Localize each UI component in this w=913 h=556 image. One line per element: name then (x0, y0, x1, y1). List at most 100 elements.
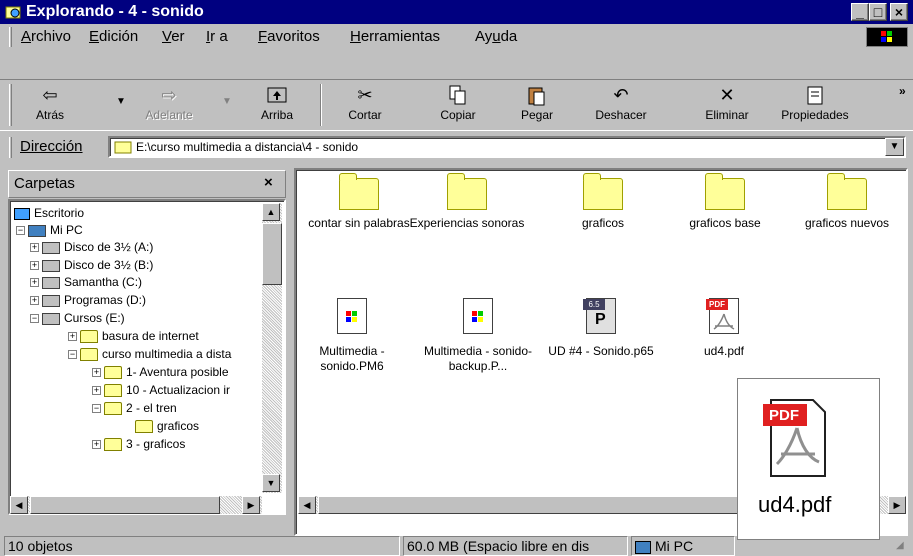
scroll-up-button[interactable]: ▲ (262, 203, 280, 221)
menu-ir-a[interactable]: Ir a (206, 28, 228, 45)
tree-item-aventura-posible[interactable]: +1- Aventura posible (92, 363, 229, 381)
menu-edicion[interactable]: Edición (89, 28, 138, 45)
tree-item-el-tren[interactable]: −2 - el tren (92, 399, 177, 417)
file-item-graficos-base[interactable]: graficos base (665, 173, 785, 231)
computer-icon (635, 540, 651, 554)
file-item-ud4-sonido-p65[interactable]: 6.5 P UD #4 - Sonido.p65 (541, 298, 661, 359)
close-button[interactable]: × (890, 3, 908, 21)
minimize-button[interactable]: _ (851, 3, 869, 21)
forward-button[interactable]: ⇨ Adelante (134, 84, 204, 128)
tree-item-basura-de-internet[interactable]: + basura de internet (68, 327, 199, 345)
expand-icon[interactable]: + (92, 440, 101, 450)
filelist-hscroll-thumb[interactable] (318, 496, 738, 514)
scissors-icon: ✂ (357, 85, 373, 105)
properties-button[interactable]: Propiedades (774, 84, 856, 128)
back-dropdown-icon[interactable]: ▼ (116, 96, 126, 107)
address-value: E:\curso multimedia a distancia\4 - soni… (136, 140, 359, 154)
properties-icon (774, 84, 856, 106)
folder-icon (583, 173, 623, 210)
status-free-space: 60.0 MB (Espacio libre en dis (403, 536, 628, 556)
folder-icon (705, 173, 745, 210)
scroll-right-button[interactable]: ▶ (888, 496, 906, 514)
folder-icon (104, 366, 122, 380)
tree-item-mi-pc[interactable]: − Mi PC (16, 221, 83, 239)
expand-icon[interactable]: + (30, 296, 39, 306)
file-item-experiencias-sonoras[interactable]: Experiencias sonoras (407, 173, 527, 231)
expand-icon[interactable]: + (30, 243, 39, 253)
undo-icon: ↶ (613, 85, 629, 105)
status-location: Mi PC (631, 536, 735, 556)
scroll-down-button[interactable]: ▼ (262, 474, 280, 492)
tree-item-disco-a[interactable]: + Disco de 3½ (A:) (30, 238, 153, 256)
scroll-left-button[interactable]: ◀ (10, 496, 28, 514)
menu-archivo[interactable]: Archivo (21, 28, 71, 45)
copy-icon (430, 84, 486, 106)
folder-icon (80, 330, 98, 344)
tree-item-curso-multimedia[interactable]: − curso multimedia a dista (68, 345, 231, 363)
expand-icon[interactable]: + (30, 278, 39, 288)
scroll-left-button[interactable]: ◀ (298, 496, 316, 514)
paste-icon (512, 84, 562, 106)
maximize-button[interactable]: □ (869, 3, 887, 21)
folder-icon (80, 348, 98, 362)
scroll-right-button[interactable]: ▶ (242, 496, 260, 514)
expand-icon[interactable]: + (30, 261, 39, 271)
address-grip[interactable] (9, 137, 12, 158)
resize-grip-icon[interactable]: ◢ (896, 540, 904, 551)
collapse-icon[interactable]: − (92, 404, 101, 414)
tree-item-cursos[interactable]: − Cursos (E:) (30, 309, 125, 327)
tree-item-3-graficos[interactable]: +3 - graficos (92, 435, 185, 453)
folder-icon (104, 402, 122, 416)
undo-button[interactable]: ↶ Deshacer (590, 84, 652, 128)
title-bar[interactable]: Explorando - 4 - sonido _ □ × (0, 0, 913, 24)
tree-item-actualizacion[interactable]: +10 - Actualizacion ir (92, 381, 230, 399)
address-label: Dirección (20, 138, 83, 155)
menu-grip[interactable] (9, 27, 12, 47)
tree-hscroll-thumb[interactable] (30, 496, 220, 514)
file-item-multimedia-sonido-backup[interactable]: Multimedia - sonido-backup.P... (418, 298, 538, 374)
up-button[interactable]: Arriba (252, 84, 302, 128)
pagemaker65-document-icon: 6.5 P (583, 298, 616, 334)
hard-drive-icon (42, 312, 60, 325)
file-item-ud4-pdf[interactable]: PDF ud4.pdf (664, 298, 784, 359)
collapse-icon[interactable]: − (16, 226, 25, 236)
tree-item-samantha[interactable]: + Samantha (C:) (30, 273, 142, 291)
folder-icon (114, 140, 132, 157)
tree-item-escritorio[interactable]: Escritorio (14, 204, 84, 222)
tree-item-disco-b[interactable]: + Disco de 3½ (B:) (30, 256, 153, 274)
hard-drive-icon (42, 294, 60, 307)
toolbar-overflow-button[interactable]: » (899, 84, 906, 98)
file-item-multimedia-sonido-pm6[interactable]: Multimedia - sonido.PM6 (292, 298, 412, 374)
cut-button[interactable]: ✂ Cortar (340, 84, 390, 128)
windows-logo-icon (866, 27, 908, 47)
forward-dropdown-icon[interactable]: ▼ (222, 96, 232, 107)
pagemaker-document-icon (463, 298, 493, 334)
menu-ayuda[interactable]: Ayuda (475, 28, 517, 45)
tree-item-programas[interactable]: + Programas (D:) (30, 291, 146, 309)
menu-favoritos[interactable]: Favoritos (258, 28, 320, 45)
pagemaker-document-icon (337, 298, 367, 334)
tree-item-graficos[interactable]: graficos (135, 417, 199, 435)
pdf-large-icon: PDF (763, 398, 829, 478)
expand-icon[interactable]: + (68, 332, 77, 342)
floppy-drive-icon (42, 241, 60, 254)
tree-scroll-thumb[interactable] (262, 223, 282, 285)
address-dropdown-button[interactable]: ▼ (885, 138, 904, 156)
folders-pane-close-button[interactable]: × (264, 174, 273, 191)
collapse-icon[interactable]: − (68, 350, 77, 360)
folder-icon (104, 438, 122, 452)
back-button[interactable]: ⇦ Atrás (26, 84, 74, 128)
copy-button[interactable]: Copiar (430, 84, 486, 128)
file-item-contar-sin-palabras[interactable]: contar sin palabras (299, 173, 419, 231)
file-item-graficos-nuevos[interactable]: graficos nuevos (787, 173, 907, 231)
menu-herramientas[interactable]: Herramientas (350, 28, 440, 45)
expand-icon[interactable]: + (92, 386, 101, 396)
menu-ver[interactable]: Ver (162, 28, 185, 45)
paste-button[interactable]: Pegar (512, 84, 562, 128)
collapse-icon[interactable]: − (30, 314, 39, 324)
file-item-graficos[interactable]: graficos (543, 173, 663, 231)
delete-button[interactable]: ✕ Eliminar (700, 84, 754, 128)
folders-pane-title: Carpetas (14, 175, 75, 192)
toolbar-grip[interactable] (9, 84, 12, 126)
expand-icon[interactable]: + (92, 368, 101, 378)
